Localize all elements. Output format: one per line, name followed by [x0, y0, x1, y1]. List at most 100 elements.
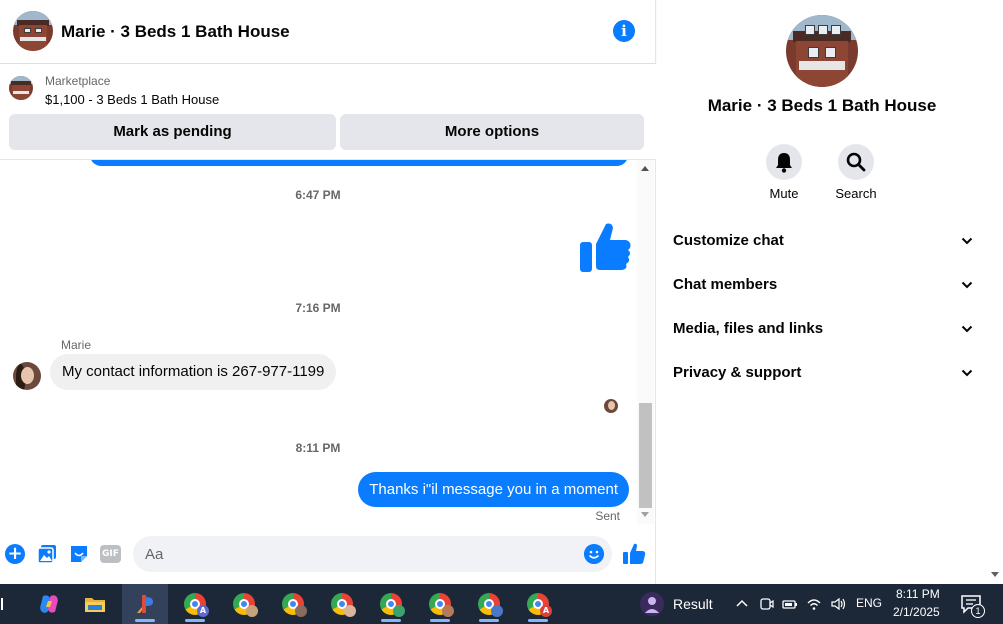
chrome-profile-app[interactable] [417, 584, 463, 624]
message-scrollbar[interactable] [637, 160, 654, 524]
app-logo-icon [137, 595, 153, 613]
customize-chat-section[interactable]: Customize chat [673, 227, 973, 255]
profile-avatar-icon [491, 605, 503, 617]
copilot-app[interactable] [26, 584, 72, 624]
volume-icon[interactable] [830, 596, 846, 612]
conversation-avatar-large[interactable] [786, 15, 858, 87]
profile-avatar-icon [442, 605, 454, 617]
gif-icon[interactable]: GIF [100, 545, 121, 563]
profile-avatar-icon [295, 605, 307, 617]
search-label: Search [835, 186, 877, 201]
search-button[interactable]: Search [821, 144, 891, 201]
chevron-down-icon [961, 369, 973, 377]
conversation-name: Marie · 3 Beds 1 Bath House [707, 96, 937, 115]
scroll-down-arrow-icon[interactable] [641, 512, 649, 517]
clock-date[interactable]: 2/1/2025 [893, 605, 940, 619]
more-options-button[interactable]: More options [340, 114, 644, 150]
message-list: 6:47 PM 7:16 PM Marie My contact informa… [0, 160, 636, 525]
profile-badge: A [540, 605, 552, 617]
running-indicator [185, 619, 205, 622]
bell-icon [776, 153, 792, 173]
privacy-support-section[interactable]: Privacy & support [673, 359, 973, 387]
chat-pane: Marie · 3 Beds 1 Bath House i Marketplac… [0, 0, 656, 584]
input-language[interactable]: ENG [856, 596, 882, 610]
listing-source: Marketplace [45, 74, 111, 88]
section-label: Privacy & support [673, 364, 802, 381]
scrollbar-thumb[interactable] [639, 403, 652, 508]
chevron-down-icon [961, 325, 973, 333]
timestamp: 7:16 PM [295, 301, 341, 315]
profile-avatar-icon [393, 605, 405, 617]
scroll-down-arrow-icon[interactable] [991, 572, 999, 577]
marketplace-listing-bar: Marketplace $1,100 - 3 Beds 1 Bath House… [0, 64, 656, 160]
search-icon [846, 152, 866, 172]
profile-avatar-icon [344, 605, 356, 617]
active-app[interactable] [122, 584, 168, 624]
file-explorer-app[interactable] [72, 584, 118, 624]
chevron-down-icon [961, 237, 973, 245]
windows-taskbar: A A Result ENG 8:11 PM 2/1/2025 1 [0, 584, 1003, 624]
chrome-profile-app[interactable]: A [515, 584, 561, 624]
chat-header: Marie · 3 Beds 1 Bath House i [0, 0, 656, 64]
meet-now-icon[interactable] [758, 596, 774, 612]
previous-message-bubble[interactable] [90, 160, 628, 166]
page-scrollbar[interactable] [987, 0, 1003, 584]
chevron-up-icon[interactable] [734, 596, 750, 612]
notification-count-badge: 1 [971, 604, 985, 618]
screen: Marie · 3 Beds 1 Bath House i Marketplac… [0, 0, 1003, 624]
timestamp: 6:47 PM [295, 188, 341, 202]
result-icon [640, 592, 664, 616]
thumbs-up-sticker-icon[interactable] [578, 220, 632, 276]
plus-icon[interactable]: + [5, 544, 25, 564]
like-button-icon[interactable] [622, 542, 646, 566]
section-label: Media, files and links [673, 320, 824, 337]
running-indicator [381, 619, 401, 622]
copilot-icon [40, 595, 58, 613]
message-composer: + GIF [0, 532, 656, 576]
sticker-icon[interactable] [69, 544, 89, 564]
profile-avatar-icon [246, 605, 258, 617]
wifi-icon[interactable] [806, 596, 822, 612]
running-indicator [430, 619, 450, 622]
chrome-profile-app[interactable] [368, 584, 414, 624]
emoji-icon[interactable] [584, 544, 604, 564]
photo-icon[interactable] [37, 544, 57, 564]
mark-as-pending-button[interactable]: Mark as pending [9, 114, 336, 150]
conversation-title[interactable]: Marie · 3 Beds 1 Bath House [61, 22, 290, 42]
message-input[interactable] [133, 536, 612, 572]
running-indicator [528, 619, 548, 622]
active-indicator [135, 619, 155, 622]
chrome-profile-app[interactable]: A [172, 584, 218, 624]
outgoing-message-bubble[interactable]: Thanks i"il message you in a moment [358, 472, 629, 507]
timestamp: 8:11 PM [295, 441, 341, 455]
listing-title[interactable]: $1,100 - 3 Beds 1 Bath House [45, 92, 219, 107]
chevron-down-icon [961, 281, 973, 289]
chrome-profile-app[interactable] [319, 584, 365, 624]
chrome-profile-app[interactable] [270, 584, 316, 624]
listing-thumbnail[interactable] [9, 76, 33, 100]
sender-name: Marie [61, 338, 92, 352]
mute-button[interactable]: Mute [749, 144, 819, 201]
info-icon[interactable]: i [613, 20, 635, 42]
conversation-avatar[interactable] [13, 11, 53, 51]
folder-icon [85, 598, 105, 612]
sender-avatar[interactable] [13, 362, 41, 390]
battery-icon[interactable] [782, 596, 798, 612]
chrome-profile-app[interactable] [466, 584, 512, 624]
mute-label: Mute [769, 186, 799, 201]
scroll-up-arrow-icon[interactable] [641, 166, 649, 171]
media-files-links-section[interactable]: Media, files and links [673, 315, 973, 343]
chrome-profile-app[interactable] [221, 584, 267, 624]
section-label: Customize chat [673, 232, 784, 249]
incoming-message-bubble[interactable]: My contact information is 267-977-1199 [50, 354, 337, 390]
clock-time[interactable]: 8:11 PM [896, 587, 940, 601]
section-label: Chat members [673, 276, 778, 293]
delivery-status: Sent [595, 509, 620, 523]
seen-receipt-avatar [604, 399, 618, 413]
running-indicator [479, 619, 499, 622]
profile-badge: A [197, 605, 209, 617]
taskbar-edge-icon[interactable] [0, 596, 4, 612]
result-label: Result [673, 596, 713, 612]
conversation-info-pane: Marie · 3 Beds 1 Bath House Mute Search … [657, 0, 987, 584]
chat-members-section[interactable]: Chat members [673, 271, 973, 299]
